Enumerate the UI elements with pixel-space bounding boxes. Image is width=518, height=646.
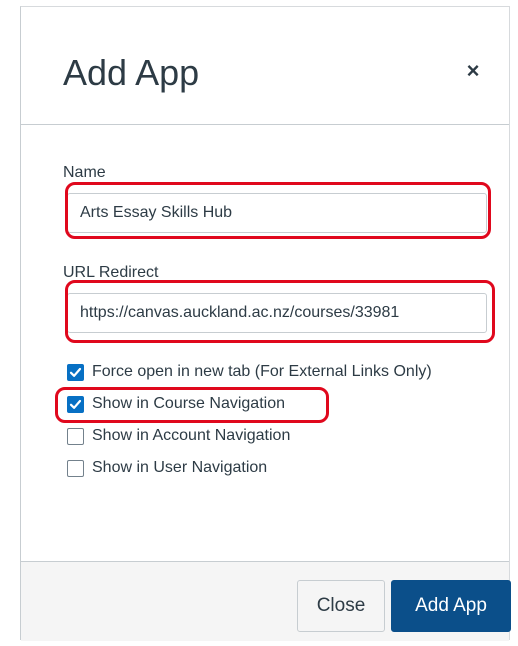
add-app-modal: Add App × Name URL Redirect Force open i…	[20, 6, 511, 641]
checkbox-force-new-tab[interactable]	[67, 363, 84, 381]
name-label: Name	[63, 164, 106, 181]
checkbox-label: Show in Account Navigation	[92, 427, 291, 444]
checkbox-row-force-new-tab[interactable]: Force open in new tab (For External Link…	[67, 361, 432, 383]
modal-footer: Close Add App	[21, 561, 511, 641]
checkbox-row-account-navigation[interactable]: Show in Account Navigation	[67, 425, 290, 447]
url-redirect-input[interactable]	[67, 293, 487, 333]
modal-header: Add App ×	[21, 7, 509, 125]
checkbox-label: Show in User Navigation	[92, 459, 268, 476]
close-button[interactable]: Close	[297, 580, 385, 632]
close-icon[interactable]: ×	[461, 59, 485, 83]
checkbox-label: Show in Course Navigation	[92, 395, 285, 412]
checkmark-icon	[69, 399, 82, 409]
url-redirect-label: URL Redirect	[63, 264, 159, 281]
name-input[interactable]	[67, 193, 487, 233]
modal-title: Add App	[63, 52, 200, 93]
checkmark-icon	[69, 367, 82, 377]
checkbox-row-user-navigation[interactable]: Show in User Navigation	[67, 457, 267, 479]
checkbox-account-navigation[interactable]	[67, 427, 84, 445]
checkbox-course-navigation[interactable]	[67, 395, 84, 413]
checkbox-user-navigation[interactable]	[67, 459, 84, 477]
page: Add App × Name URL Redirect Force open i…	[0, 0, 518, 646]
add-app-button[interactable]: Add App	[391, 580, 511, 632]
checkbox-label: Force open in new tab (For External Link…	[92, 363, 432, 380]
checkbox-row-course-navigation[interactable]: Show in Course Navigation	[67, 393, 285, 415]
